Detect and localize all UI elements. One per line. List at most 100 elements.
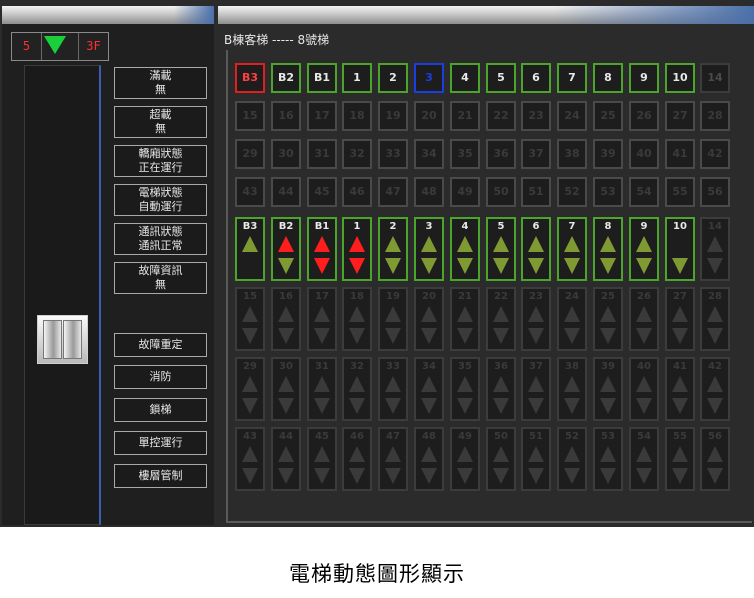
call-up-arrow-icon[interactable] [707, 236, 723, 252]
hall-call-cell[interactable]: 47 [378, 427, 408, 491]
call-down-arrow-icon[interactable] [278, 258, 294, 274]
call-up-arrow-icon[interactable] [672, 446, 688, 462]
call-down-arrow-icon[interactable] [314, 468, 330, 484]
call-down-arrow-icon[interactable] [636, 468, 652, 484]
call-up-arrow-icon[interactable] [528, 236, 544, 252]
floor-button[interactable]: 50 [486, 177, 516, 207]
call-down-arrow-icon[interactable] [564, 328, 580, 344]
full-load-status[interactable]: 滿載 無 [114, 67, 207, 99]
floor-button[interactable]: B2 [271, 63, 301, 93]
fire-mode-button[interactable]: 消防 [114, 365, 207, 389]
hall-call-cell[interactable]: 23 [521, 287, 551, 351]
call-up-arrow-icon[interactable] [528, 376, 544, 392]
hall-call-cell[interactable]: 48 [414, 427, 444, 491]
floor-button[interactable]: 27 [665, 101, 695, 131]
call-up-arrow-icon[interactable] [349, 376, 365, 392]
hall-call-cell[interactable]: 17 [307, 287, 337, 351]
hall-call-cell[interactable]: 50 [486, 427, 516, 491]
call-up-arrow-icon[interactable] [421, 446, 437, 462]
hall-call-cell[interactable]: 22 [486, 287, 516, 351]
hall-call-cell[interactable]: 3 [414, 217, 444, 281]
call-down-arrow-icon[interactable] [528, 468, 544, 484]
floor-button[interactable]: 33 [378, 139, 408, 169]
hall-call-cell[interactable]: 24 [557, 287, 587, 351]
call-down-arrow-icon[interactable] [385, 328, 401, 344]
call-up-arrow-icon[interactable] [314, 236, 330, 252]
hall-call-cell[interactable]: 25 [593, 287, 623, 351]
hall-call-cell[interactable]: 46 [342, 427, 372, 491]
hall-call-cell[interactable]: 14 [700, 217, 730, 281]
call-down-arrow-icon[interactable] [278, 328, 294, 344]
floor-control-button[interactable]: 樓層管制 [114, 464, 207, 488]
call-down-arrow-icon[interactable] [493, 328, 509, 344]
floor-button[interactable]: 30 [271, 139, 301, 169]
elevator-state-status[interactable]: 電梯狀態 自動運行 [114, 184, 207, 216]
floor-button[interactable]: 16 [271, 101, 301, 131]
call-down-arrow-icon[interactable] [314, 398, 330, 414]
hall-call-cell[interactable]: 26 [629, 287, 659, 351]
call-down-arrow-icon[interactable] [242, 398, 258, 414]
hall-call-cell[interactable]: B3 [235, 217, 265, 281]
hall-call-cell[interactable]: 15 [235, 287, 265, 351]
call-up-arrow-icon[interactable] [600, 306, 616, 322]
call-up-arrow-icon[interactable] [564, 446, 580, 462]
floor-button[interactable]: 42 [700, 139, 730, 169]
hall-call-cell[interactable]: 8 [593, 217, 623, 281]
communication-status[interactable]: 通訊狀態 通訊正常 [114, 223, 207, 255]
call-down-arrow-icon[interactable] [564, 468, 580, 484]
hall-call-cell[interactable]: 27 [665, 287, 695, 351]
floor-button[interactable]: 5 [486, 63, 516, 93]
hall-call-cell[interactable]: 16 [271, 287, 301, 351]
call-up-arrow-icon[interactable] [707, 376, 723, 392]
call-down-arrow-icon[interactable] [672, 258, 688, 274]
call-down-arrow-icon[interactable] [564, 398, 580, 414]
hall-call-cell[interactable]: 56 [700, 427, 730, 491]
call-down-arrow-icon[interactable] [493, 258, 509, 274]
floor-button[interactable]: 44 [271, 177, 301, 207]
floor-button[interactable]: 46 [342, 177, 372, 207]
call-up-arrow-icon[interactable] [672, 376, 688, 392]
hall-call-cell[interactable]: 49 [450, 427, 480, 491]
hall-call-cell[interactable]: B1 [307, 217, 337, 281]
fault-info-status[interactable]: 故障資訊 無 [114, 262, 207, 294]
call-up-arrow-icon[interactable] [278, 306, 294, 322]
floor-button[interactable]: 39 [593, 139, 623, 169]
call-up-arrow-icon[interactable] [457, 446, 473, 462]
floor-button[interactable]: B1 [307, 63, 337, 93]
call-up-arrow-icon[interactable] [457, 236, 473, 252]
floor-button[interactable]: 19 [378, 101, 408, 131]
call-up-arrow-icon[interactable] [349, 236, 365, 252]
call-down-arrow-icon[interactable] [421, 328, 437, 344]
call-down-arrow-icon[interactable] [707, 258, 723, 274]
call-up-arrow-icon[interactable] [314, 306, 330, 322]
hall-call-cell[interactable]: 51 [521, 427, 551, 491]
hall-call-cell[interactable]: 31 [307, 357, 337, 421]
floor-button[interactable]: 26 [629, 101, 659, 131]
hall-call-cell[interactable]: 36 [486, 357, 516, 421]
floor-button[interactable]: 8 [593, 63, 623, 93]
call-down-arrow-icon[interactable] [421, 468, 437, 484]
floor-button[interactable]: 22 [486, 101, 516, 131]
floor-button[interactable]: 20 [414, 101, 444, 131]
floor-button[interactable]: 32 [342, 139, 372, 169]
call-down-arrow-icon[interactable] [636, 398, 652, 414]
call-up-arrow-icon[interactable] [636, 446, 652, 462]
floor-button[interactable]: 1 [342, 63, 372, 93]
hall-call-cell[interactable]: 39 [593, 357, 623, 421]
call-up-arrow-icon[interactable] [600, 236, 616, 252]
hall-call-cell[interactable]: 18 [342, 287, 372, 351]
call-down-arrow-icon[interactable] [707, 468, 723, 484]
call-up-arrow-icon[interactable] [600, 376, 616, 392]
call-down-arrow-icon[interactable] [707, 398, 723, 414]
call-down-arrow-icon[interactable] [600, 468, 616, 484]
call-up-arrow-icon[interactable] [242, 236, 258, 252]
hall-call-cell[interactable]: 41 [665, 357, 695, 421]
floor-button[interactable]: 31 [307, 139, 337, 169]
call-down-arrow-icon[interactable] [385, 468, 401, 484]
floor-button[interactable]: 4 [450, 63, 480, 93]
call-down-arrow-icon[interactable] [636, 328, 652, 344]
hall-call-cell[interactable]: 34 [414, 357, 444, 421]
hall-call-cell[interactable]: 33 [378, 357, 408, 421]
floor-button[interactable]: 28 [700, 101, 730, 131]
hall-call-cell[interactable]: 37 [521, 357, 551, 421]
